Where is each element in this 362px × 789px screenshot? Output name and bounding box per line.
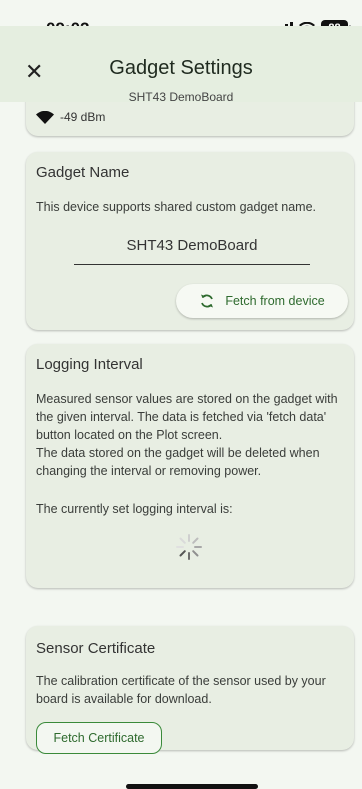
logging-interval-note: The data stored on the gadget will be de… [36, 446, 320, 478]
sensor-certificate-card: Sensor Certificate The calibration certi… [26, 626, 354, 754]
gadget-name-input[interactable]: SHT43 DemoBoard [74, 228, 310, 265]
sensor-certificate-description: The calibration certificate of the senso… [36, 674, 326, 706]
logging-interval-description: Measured sensor values are stored on the… [36, 392, 338, 442]
page-subtitle: SHT43 DemoBoard [128, 90, 234, 104]
page-title: Gadget Settings [109, 57, 253, 79]
refresh-icon [201, 294, 214, 308]
loading-spinner-icon [176, 534, 202, 560]
fetch-from-device-button[interactable]: Fetch from device [176, 284, 348, 318]
logging-interval-card: Logging Interval Measured sensor values … [26, 344, 354, 588]
fetch-from-device-label: Fetch from device [225, 294, 325, 308]
wifi-signal-icon [36, 110, 54, 124]
rssi-value: -49 dBm [60, 110, 106, 124]
gadget-name-heading: Gadget Name [36, 164, 130, 181]
logging-interval-heading: Logging Interval [36, 356, 143, 373]
current-interval-label: The currently set logging interval is: [36, 502, 233, 516]
gadget-name-card: Gadget Name This device supports shared … [26, 152, 354, 330]
app-header: ✕ Gadget Settings SHT43 DemoBoard [0, 26, 362, 104]
sensor-certificate-heading: Sensor Certificate [36, 640, 156, 657]
gadget-name-description: This device supports shared custom gadge… [36, 200, 317, 214]
fetch-certificate-button[interactable]: Fetch Certificate [36, 722, 162, 754]
